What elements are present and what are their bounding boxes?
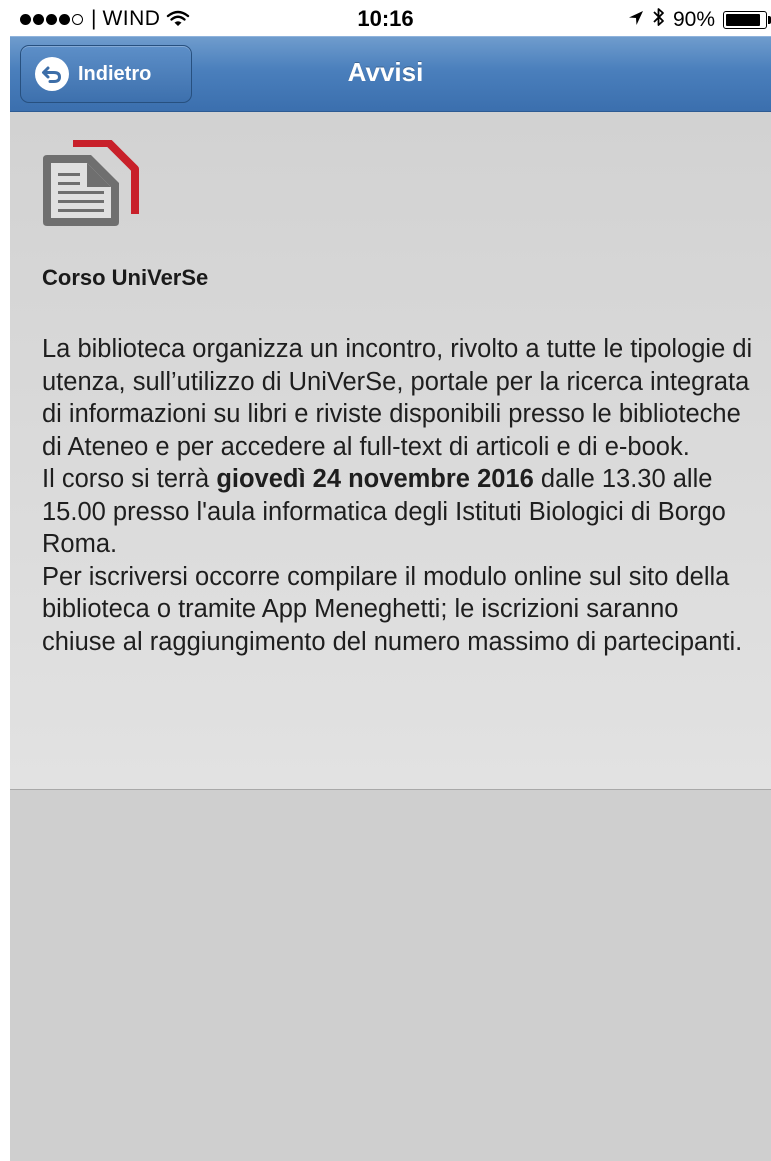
app-screen: | WIND 10:16 90% Indietro Avvisi Corso U… <box>0 0 771 1161</box>
content-area: Corso UniVerSe La biblioteca organizza u… <box>10 112 771 1161</box>
notice-paragraph: Il corso si terrà <box>42 465 210 493</box>
document-icon <box>39 139 139 230</box>
status-bar: | WIND 10:16 90% <box>0 0 771 36</box>
battery-percent: 90% <box>672 8 715 31</box>
notice-body: La biblioteca organizza un incontro, riv… <box>42 333 757 658</box>
battery-icon <box>723 11 771 29</box>
location-arrow-icon <box>628 8 644 32</box>
notice-title: Corso UniVerSe <box>42 265 209 290</box>
notice-card: Corso UniVerSe La biblioteca organizza u… <box>10 112 771 790</box>
notice-paragraph: La biblioteca organizza un incontro, riv… <box>42 335 753 461</box>
notice-date: giovedì 24 novembre 2016 <box>216 465 534 493</box>
battery-fill <box>726 14 761 26</box>
notice-paragraph: Per iscriversi occorre compilare il modu… <box>42 562 743 656</box>
bluetooth-icon <box>652 7 665 33</box>
navigation-bar: Indietro Avvisi <box>10 36 771 112</box>
status-right: 90% <box>628 7 771 33</box>
page-title: Avvisi <box>347 57 424 87</box>
